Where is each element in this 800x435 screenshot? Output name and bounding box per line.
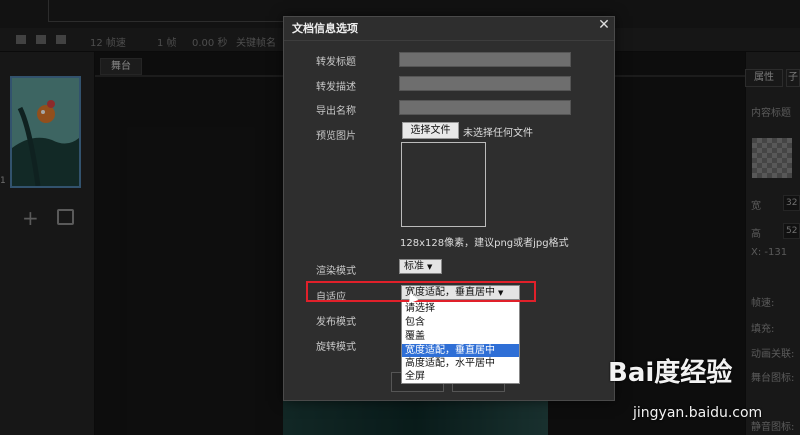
export-name-input[interactable]: [399, 100, 571, 115]
dropdown-option[interactable]: 覆盖: [402, 330, 519, 343]
dropdown-option[interactable]: 包含: [402, 316, 519, 329]
no-file-text: 未选择任何文件: [463, 128, 533, 139]
dropdown-option[interactable]: 请选择: [402, 302, 519, 315]
share-title-label: 转发标题: [316, 57, 356, 68]
chevron-down-icon: ▼: [427, 263, 433, 271]
share-desc-label: 转发描述: [316, 82, 356, 93]
watermark-logo: Bai度经验: [608, 358, 733, 388]
dropdown-option[interactable]: 全屏: [402, 370, 519, 383]
render-mode-label: 渲染模式: [316, 266, 356, 277]
preview-image-box: [401, 142, 486, 227]
watermark-url: jingyan.baidu.com: [633, 405, 763, 421]
preview-hint: 128x128像素，建议png或者jpg格式: [400, 238, 569, 249]
close-icon[interactable]: ✕: [597, 17, 611, 33]
export-name-label: 导出名称: [316, 106, 356, 117]
highlight-box: [306, 281, 536, 302]
dropdown-option-selected[interactable]: 宽度适配，垂直居中: [402, 344, 519, 357]
dialog-title: 文档信息选项: [292, 22, 358, 35]
render-mode-value: 标准: [404, 261, 424, 272]
dropdown-option[interactable]: 高度适配，水平居中: [402, 357, 519, 370]
render-mode-select[interactable]: 标准 ▼: [399, 259, 442, 274]
choose-file-button[interactable]: 选择文件: [402, 122, 459, 139]
publish-mode-label: 发布模式: [316, 317, 356, 328]
rotate-mode-label: 旋转模式: [316, 342, 356, 353]
share-title-input[interactable]: [399, 52, 571, 67]
dialog-divider: [284, 40, 614, 41]
preview-image-label: 预览图片: [316, 131, 356, 142]
share-desc-input[interactable]: [399, 76, 571, 91]
adaptive-dropdown: 请选择 包含 覆盖 宽度适配，垂直居中 高度适配，水平居中 全屏: [401, 300, 520, 384]
